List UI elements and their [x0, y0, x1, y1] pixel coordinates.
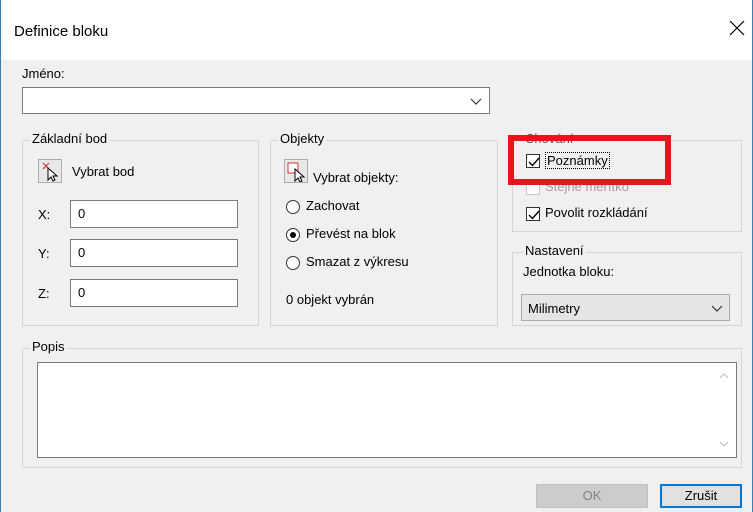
radio-retain-label: Zachovat: [306, 198, 360, 213]
unit-value: Milimetry: [528, 301, 580, 316]
title-bar: [0, 0, 753, 60]
settings-group-title: Nastavení: [523, 243, 586, 258]
explode-label: Povolit rozkládání: [545, 205, 648, 220]
cancel-button[interactable]: Zrušit: [660, 484, 742, 508]
window-title: Definice bloku: [14, 23, 109, 40]
unit-select[interactable]: Milimetry: [521, 294, 730, 321]
select-objects-icon: [287, 162, 306, 182]
name-label: Jméno:: [22, 66, 65, 81]
scroll-down-icon[interactable]: [718, 439, 730, 449]
radio-delete-label: Smazat z výkresu: [306, 254, 409, 269]
chevron-down-icon: [711, 305, 723, 312]
radio-retain[interactable]: [286, 200, 300, 214]
objects-group-title: Objekty: [278, 131, 327, 146]
radio-convert[interactable]: [286, 228, 300, 242]
scroll-up-icon[interactable]: [718, 371, 730, 381]
select-objects-button[interactable]: [284, 159, 308, 183]
pick-point-label: Vybrat bod: [72, 164, 135, 179]
radio-delete[interactable]: [286, 256, 300, 270]
x-input[interactable]: 0: [70, 200, 238, 228]
selection-status: 0 objekt vybrán: [286, 292, 375, 307]
y-label: Y:: [38, 246, 50, 261]
x-label: X:: [38, 207, 51, 222]
base-point-group-title: Základní bod: [30, 131, 110, 146]
description-textarea[interactable]: [37, 362, 737, 458]
checkmark-icon: [528, 210, 540, 220]
ok-button[interactable]: OK: [536, 484, 648, 508]
radio-convert-label: Převést na blok: [306, 226, 396, 241]
z-input[interactable]: 0: [70, 279, 238, 307]
close-icon[interactable]: [726, 17, 748, 39]
pick-point-icon: [42, 162, 59, 182]
explode-checkbox[interactable]: [526, 207, 540, 221]
y-input[interactable]: 0: [70, 239, 238, 267]
pick-point-button[interactable]: [38, 159, 62, 183]
name-combobox[interactable]: [22, 87, 490, 114]
chevron-down-icon: [470, 98, 482, 105]
z-label: Z:: [38, 286, 50, 301]
description-group-title: Popis: [30, 339, 67, 354]
select-objects-label: Vybrat objekty:: [313, 170, 399, 185]
unit-label: Jednotka bloku:: [523, 264, 615, 279]
highlight-box: [508, 135, 671, 185]
